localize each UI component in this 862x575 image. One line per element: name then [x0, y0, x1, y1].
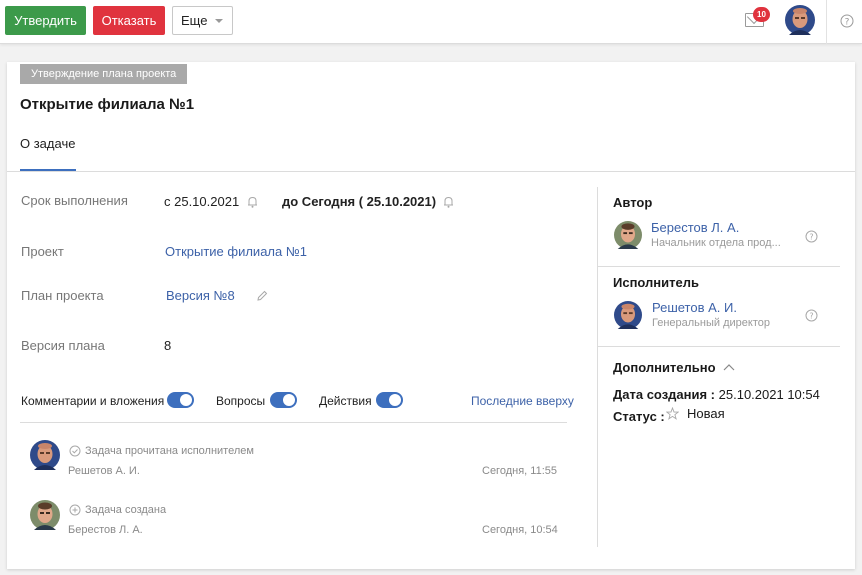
created-date-row: Дата создания : 25.10.2021 10:54 [613, 387, 820, 402]
author-section-title: Автор [613, 195, 653, 210]
created-date-value: 25.10.2021 10:54 [718, 387, 820, 402]
page-title: Открытие филиала №1 [20, 96, 195, 113]
approve-button[interactable]: Утвердить [5, 6, 86, 35]
project-label: Проект [21, 244, 64, 259]
plan-label: План проекта [21, 288, 104, 303]
svg-text:?: ? [845, 18, 850, 28]
activity-time: Сегодня, 11:55 [482, 465, 557, 477]
deadline-from: с 25.10.2021 [164, 194, 240, 209]
check-circle-icon [69, 445, 81, 457]
chevron-up-icon[interactable] [723, 363, 735, 371]
comments-filter-label: Комментарии и вложения [21, 394, 165, 408]
svg-text:?: ? [809, 233, 813, 242]
plus-circle-icon [69, 504, 81, 516]
sort-order-link[interactable]: Последние вверху [471, 394, 574, 408]
deadline-to: до Сегодня ( 25.10.2021) [282, 194, 437, 209]
activity-divider [20, 422, 567, 423]
activity-author: Решетов А. И. [68, 465, 140, 477]
bell-icon[interactable] [247, 196, 258, 208]
pencil-icon[interactable] [256, 290, 268, 302]
task-category-tag: Утверждение плана проекта [20, 64, 188, 84]
plan-version-value: 8 [164, 338, 172, 353]
questions-filter-label: Вопросы [216, 394, 266, 408]
assignee-name-link[interactable]: Решетов А. И. [652, 300, 737, 315]
actions-filter-label: Действия [319, 394, 372, 408]
avatar [614, 301, 642, 329]
actions-toggle[interactable] [376, 392, 403, 408]
plan-link[interactable]: Версия №8 [166, 288, 235, 303]
author-role: Начальник отдела прод... [651, 237, 781, 249]
bell-icon[interactable] [443, 196, 454, 208]
avatar [614, 221, 642, 249]
comments-toggle[interactable] [167, 392, 194, 408]
help-icon[interactable]: ? [840, 14, 854, 28]
status-badge: Новая [687, 406, 725, 421]
assignee-section-title: Исполнитель [613, 275, 699, 290]
project-link[interactable]: Открытие филиала №1 [165, 244, 307, 259]
toolbar-divider [826, 0, 827, 44]
task-card: Утверждение плана проекта Открытие филиа… [7, 62, 855, 569]
activity-text: Задача прочитана исполнителем [85, 445, 254, 457]
author-name-link[interactable]: Берестов Л. А. [651, 220, 739, 235]
activity-time: Сегодня, 10:54 [482, 524, 558, 536]
more-dropdown-label: Еще [181, 13, 208, 28]
chevron-down-icon [215, 19, 223, 23]
avatar [30, 440, 60, 470]
svg-text:?: ? [809, 312, 813, 321]
help-icon[interactable]: ? [805, 230, 818, 243]
questions-toggle[interactable] [270, 392, 297, 408]
section-divider [598, 346, 840, 347]
notification-badge: 10 [753, 7, 770, 22]
help-icon[interactable]: ? [805, 309, 818, 322]
created-date-label: Дата создания : [613, 387, 716, 402]
reject-button[interactable]: Отказать [93, 6, 165, 35]
star-icon[interactable] [666, 407, 679, 420]
extra-section-title[interactable]: Дополнительно [613, 360, 716, 375]
user-avatar[interactable] [785, 5, 815, 35]
avatar [30, 500, 60, 530]
tab-about[interactable]: О задаче [20, 136, 75, 151]
tabs-divider [7, 171, 855, 172]
column-divider [597, 187, 598, 547]
deadline-label: Срок выполнения [21, 193, 128, 208]
activity-author: Берестов Л. А. [68, 524, 143, 536]
more-dropdown[interactable]: Еще [172, 6, 233, 35]
section-divider [598, 266, 840, 267]
plan-version-label: Версия плана [21, 338, 105, 353]
assignee-role: Генеральный директор [652, 317, 770, 329]
activity-text: Задача создана [85, 504, 167, 516]
top-toolbar: Утвердить Отказать Еще 10 ? [0, 0, 862, 44]
status-label: Статус : [613, 409, 665, 424]
